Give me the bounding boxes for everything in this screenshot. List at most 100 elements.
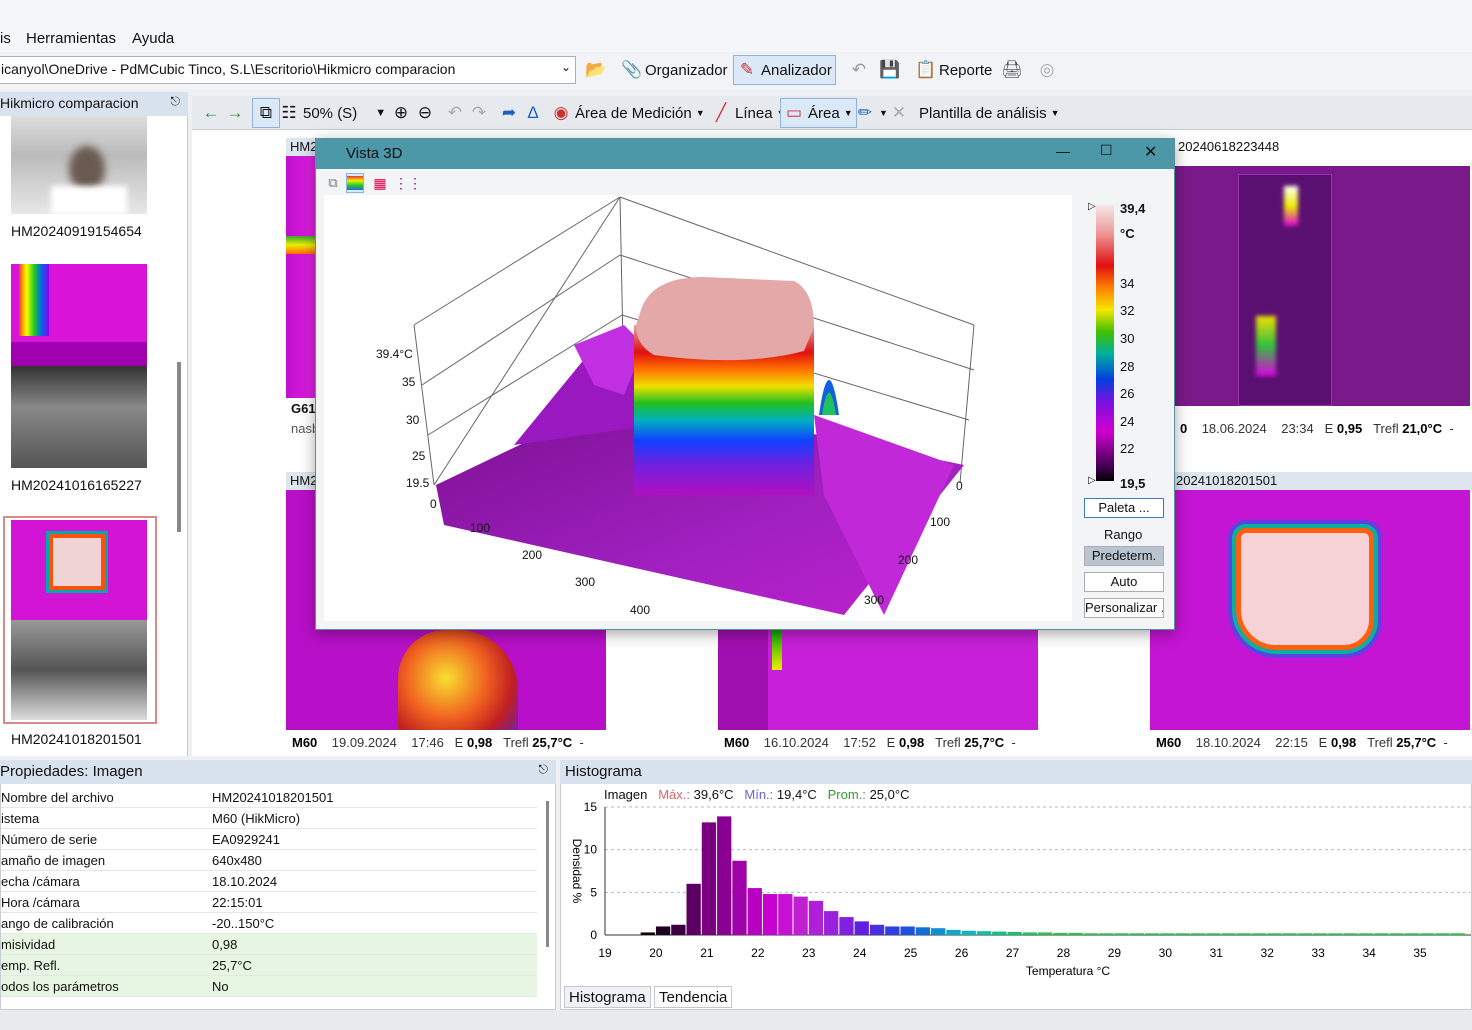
- property-row[interactable]: misividad 0,98: [1, 934, 537, 955]
- 3d-surface-plot: [413, 196, 975, 615]
- scale-tick-label: 30: [1120, 331, 1135, 346]
- thumbnail-label-2[interactable]: HM20241016165227: [11, 477, 142, 493]
- thermal-dark-region: [718, 630, 768, 730]
- organizer-button[interactable]: 📎 Organizador: [618, 55, 731, 85]
- disabled-tool-button[interactable]: ◎: [1034, 55, 1060, 85]
- x-tick-label: 25: [904, 946, 918, 960]
- dialog-titlebar[interactable]: Vista 3D — ☐ ✕: [316, 139, 1174, 169]
- print-button[interactable]: 🖨: [998, 55, 1024, 85]
- property-row[interactable]: echa /cámara 18.10.2024: [1, 871, 537, 892]
- color-scale-bar[interactable]: [1096, 205, 1114, 481]
- auto-range-button[interactable]: Auto: [1084, 572, 1164, 592]
- dots-surface-button[interactable]: ⋮⋮: [394, 173, 422, 193]
- caret-down-icon: ▼: [1050, 108, 1060, 118]
- z-tick-label: 25: [412, 449, 426, 463]
- tab-histogram[interactable]: Histograma: [564, 986, 651, 1008]
- thermal-image-top-right[interactable]: [1174, 166, 1470, 406]
- forward-button[interactable]: →: [222, 98, 248, 128]
- thermal-image-top-left[interactable]: [286, 156, 316, 398]
- chevron-down-icon[interactable]: ⌄: [561, 60, 571, 74]
- thermal-image-bottom-right[interactable]: [1150, 490, 1470, 730]
- 3d-plot-area[interactable]: 39.4°C 35 30 25 19.5 0 100 200 300 400 0…: [324, 195, 1072, 621]
- palette-button[interactable]: Paleta ...: [1084, 498, 1164, 518]
- undo-view-button[interactable]: ↶: [442, 98, 468, 128]
- pin-icon[interactable]: ⎋: [171, 94, 181, 109]
- thumbnail-label-3[interactable]: HM20241018201501: [11, 731, 142, 747]
- footer-trefl: 21,0°C: [1402, 421, 1443, 436]
- thumbnail-label-1[interactable]: HM20240919154654: [11, 223, 142, 239]
- close-button[interactable]: ✕: [1144, 142, 1157, 162]
- zoom-select[interactable]: 50% (S) ▼: [300, 98, 389, 128]
- property-row[interactable]: Hora /cámara 22:15:01: [1, 892, 537, 913]
- property-row[interactable]: emp. Refl. 25,7°C: [1, 955, 537, 976]
- analyzer-button[interactable]: ✎ Analizador: [733, 55, 836, 85]
- zoom-in-button[interactable]: ⊕: [388, 98, 414, 128]
- list-view-button[interactable]: ☷: [276, 98, 302, 128]
- undo-button[interactable]: ↶: [846, 55, 872, 85]
- histogram-bar: [778, 894, 793, 935]
- thumbnail-photo-3[interactable]: [11, 620, 147, 720]
- colored-surface-button[interactable]: [346, 173, 364, 193]
- report-button[interactable]: 📋 Reporte: [912, 55, 995, 85]
- thumbnail-photo-1[interactable]: [11, 116, 147, 214]
- menu-item-tools[interactable]: Herramientas: [26, 30, 116, 47]
- analysis-template-button[interactable]: Plantilla de análisis ▼: [916, 98, 1063, 128]
- image-header-bottom-right[interactable]: 20241018201501: [1150, 472, 1472, 490]
- scale-min-handle-icon[interactable]: ▷: [1088, 475, 1096, 486]
- property-row[interactable]: ango de calibración -20..150°C: [1, 913, 537, 934]
- grid-surface-button[interactable]: ▦: [370, 173, 390, 193]
- area-tool-button[interactable]: ▭ Área ▼: [780, 98, 857, 128]
- path-combobox[interactable]: icanyol\OneDrive - PdMCubic Tinco, S.L\E…: [0, 56, 576, 84]
- histogram-bar: [655, 926, 671, 935]
- measure-area-button[interactable]: ◉ Área de Medición ▼: [548, 98, 708, 128]
- menu-item-file[interactable]: is: [0, 30, 11, 47]
- thermal-image-bottom-mid[interactable]: [718, 630, 1038, 730]
- y-tick-label: 0: [590, 928, 597, 942]
- property-row[interactable]: Nombre del archivo HM20241018201501: [1, 787, 537, 808]
- undo-icon: ↶: [447, 103, 463, 122]
- histogram-chart[interactable]: 0 5 10 15 19 20 21 22 23 24 25 26 27 28 29 30 31 32 33 34 35…: [561, 787, 1472, 1013]
- thermal-hotspot-small: [1284, 186, 1298, 226]
- thumbnail-photo-2[interactable]: [11, 366, 147, 468]
- pin-icon[interactable]: ⎋: [539, 762, 549, 777]
- property-row[interactable]: odos los parámetros No: [1, 976, 537, 997]
- zoom-out-button[interactable]: ⊖: [412, 98, 438, 128]
- select-tool-button[interactable]: ➦: [496, 98, 522, 128]
- property-row[interactable]: amaño de imagen 640x480: [1, 850, 537, 871]
- image-header-top-right[interactable]: 20240618223448: [1174, 138, 1472, 156]
- save-button[interactable]: 💾: [876, 55, 902, 85]
- thumbnail-thermal-3[interactable]: [11, 520, 147, 620]
- paperclip-icon: 📎: [621, 60, 643, 79]
- thermal-person-head: [398, 630, 518, 730]
- delta-tool-button[interactable]: Δ: [520, 98, 546, 128]
- property-row[interactable]: istema M60 (HikMicro): [1, 808, 537, 829]
- histogram-bar: [1007, 932, 1022, 935]
- maximize-button[interactable]: ☐: [1100, 142, 1113, 159]
- back-button[interactable]: ←: [198, 98, 224, 128]
- properties-scrollbar[interactable]: [546, 801, 549, 947]
- y-axis-label: Densidad %: [570, 839, 584, 904]
- footer-time: 17:46: [411, 735, 444, 750]
- custom-range-button[interactable]: Personalizar ...: [1084, 598, 1164, 618]
- redo-view-button[interactable]: ↷: [466, 98, 492, 128]
- property-row[interactable]: Número de serie EA0929241: [1, 829, 537, 850]
- histogram-bar: [885, 926, 900, 935]
- delete-tool-button[interactable]: ✕: [886, 98, 912, 128]
- minimize-button[interactable]: —: [1056, 143, 1070, 159]
- open-folder-button[interactable]: 📂: [582, 55, 608, 85]
- menu-item-help[interactable]: Ayuda: [132, 30, 174, 47]
- scale-max-label: 39,4: [1120, 201, 1146, 216]
- scale-max-handle-icon[interactable]: ▷: [1088, 201, 1096, 212]
- thumbnail-thermal-2[interactable]: [11, 264, 147, 366]
- left-scrollbar[interactable]: [177, 362, 181, 532]
- copy-button[interactable]: ⧉: [320, 173, 346, 193]
- properties-title-text: Propiedades: Imagen: [0, 763, 143, 780]
- redo-icon: ↷: [471, 103, 487, 122]
- legend-min-value: 19,4°C: [776, 787, 817, 802]
- tab-trend[interactable]: Tendencia: [654, 986, 733, 1008]
- default-range-button[interactable]: Predeterm.: [1084, 546, 1164, 566]
- line-tool-button[interactable]: ╱Línea▼: [708, 98, 788, 128]
- y-tick-label: 0: [956, 479, 963, 493]
- rectangle-icon: ▭: [785, 103, 803, 122]
- histogram-bar: [1267, 933, 1282, 935]
